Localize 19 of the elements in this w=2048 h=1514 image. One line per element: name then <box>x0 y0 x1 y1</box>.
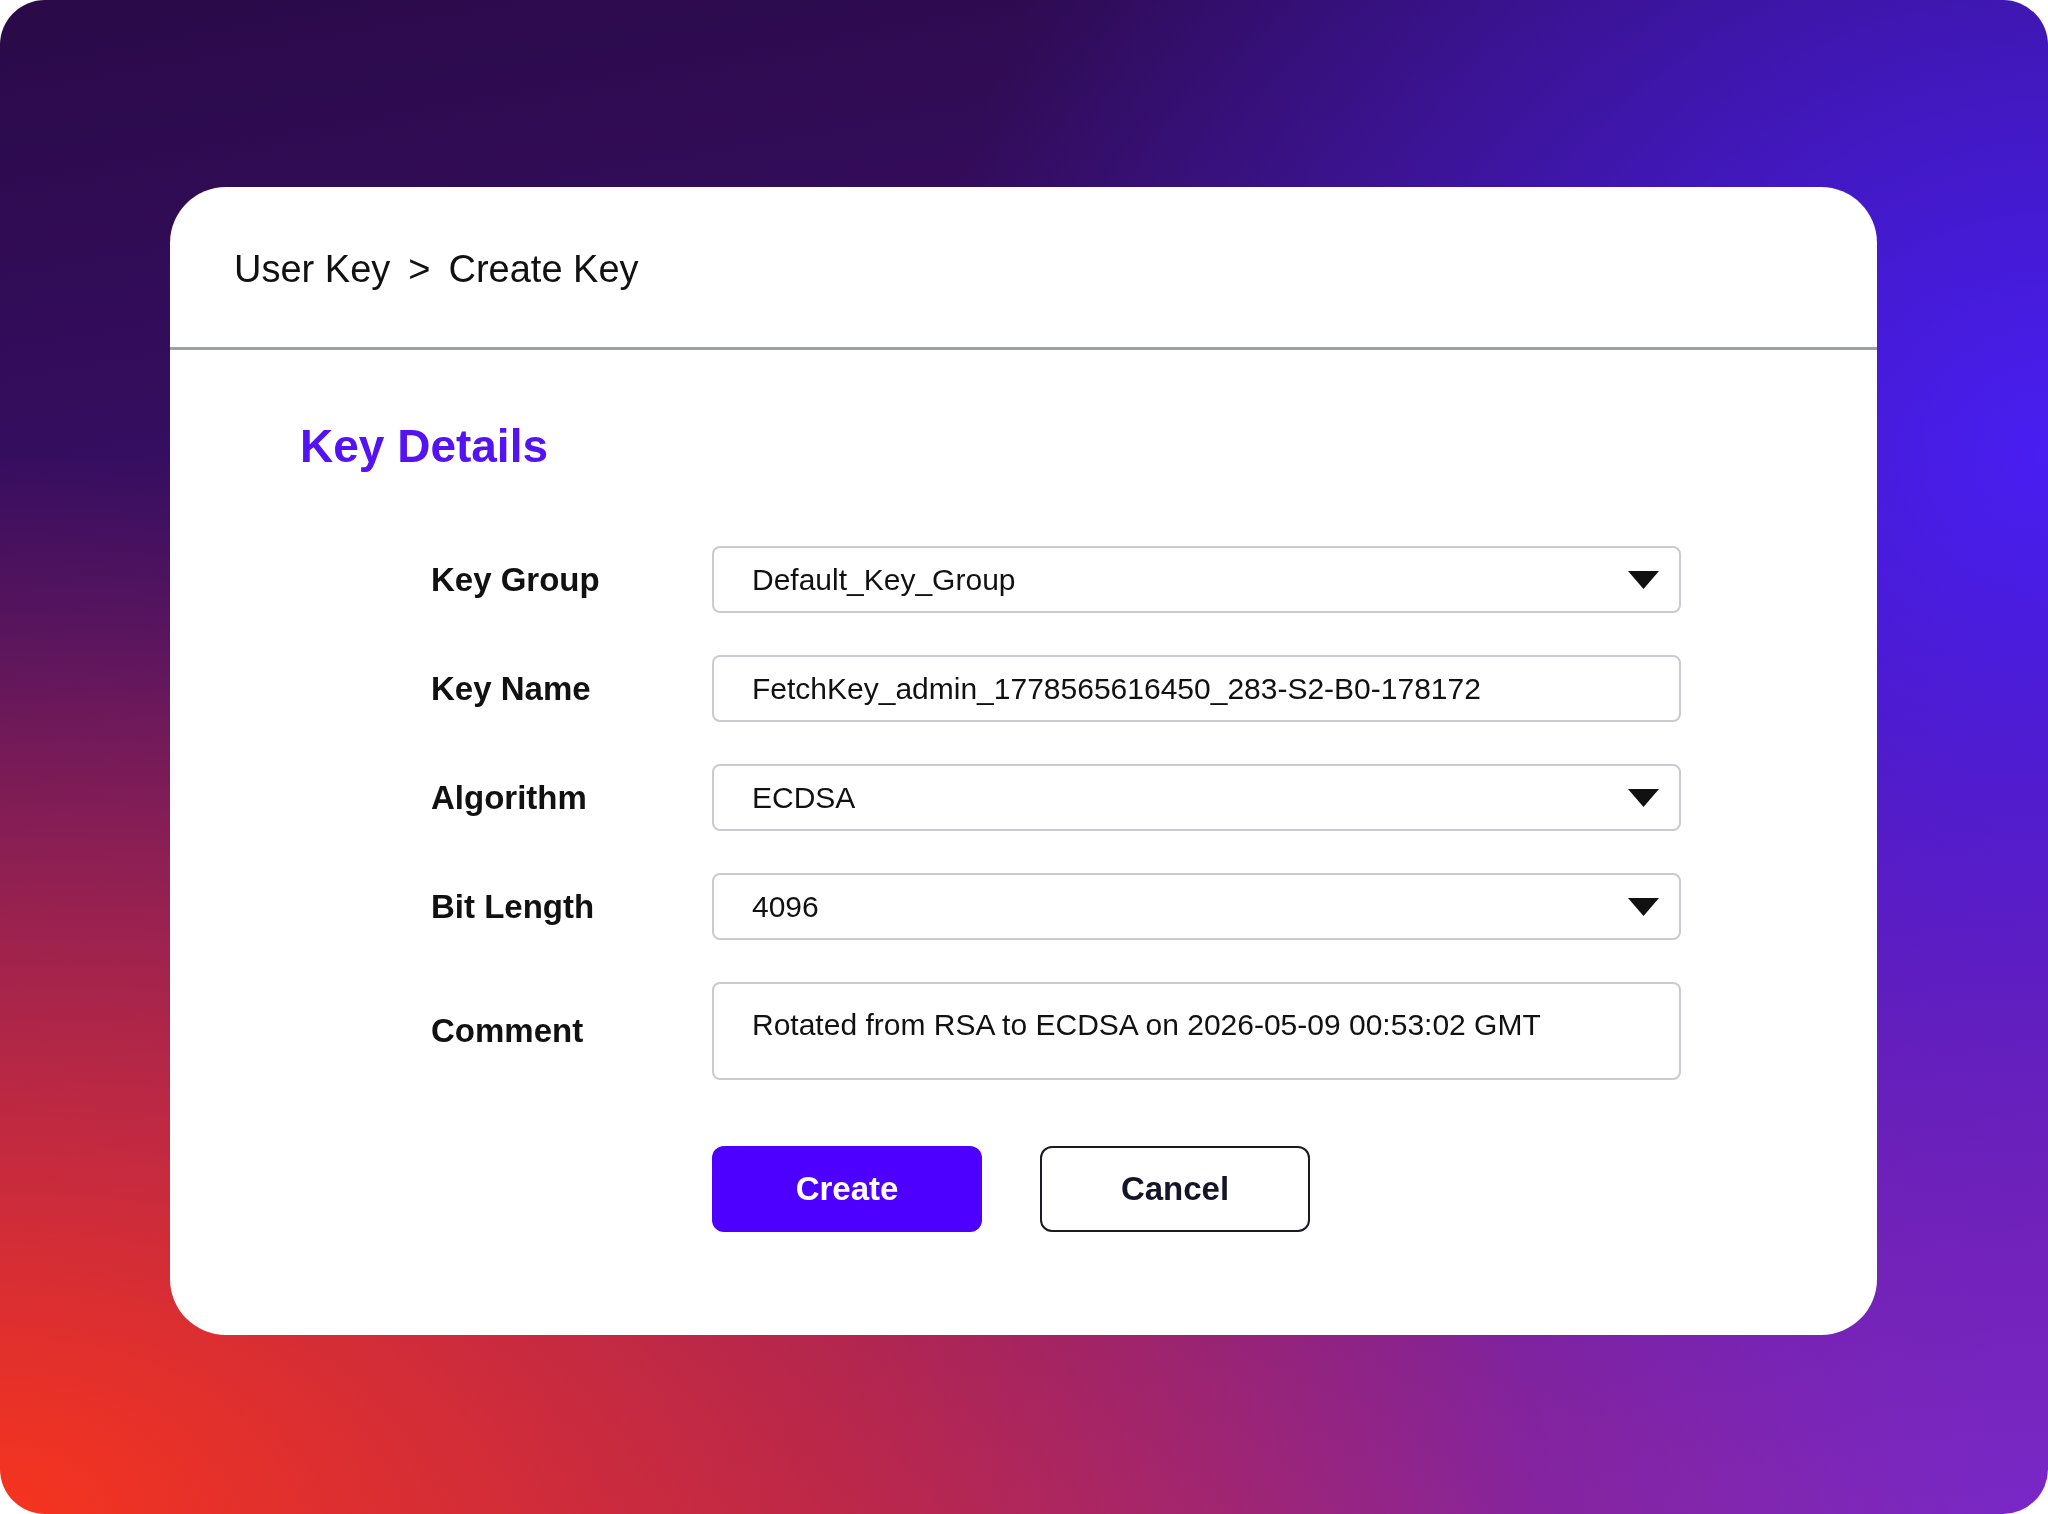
breadcrumb-separator: > <box>408 247 431 291</box>
field-label: Key Group <box>431 560 600 599</box>
caret-icon <box>1628 897 1659 916</box>
dropdown[interactable]: 4096 <box>712 873 1681 940</box>
field-label: Comment <box>431 1012 584 1050</box>
breadcrumb-link[interactable]: User Key <box>234 247 391 291</box>
dropdown[interactable]: ECDSA <box>712 764 1681 831</box>
cancel-button[interactable]: Cancel <box>1040 1146 1310 1232</box>
breadcrumb-current: Create Key <box>448 247 639 291</box>
dropdown[interactable]: Default_Key_Group <box>712 546 1681 613</box>
field-label: Algorithm <box>431 778 587 817</box>
field-label: Bit Length <box>431 887 595 926</box>
section-title: Key Details <box>300 419 548 474</box>
caret-icon <box>1628 788 1659 807</box>
textarea-field[interactable]: Rotated from RSA to ECDSA on 2026-05-09 00:53:02 GMT <box>712 982 1681 1080</box>
input-field[interactable]: FetchKey_admin_1778565616450_283-S2-B0-178172 <box>712 655 1681 722</box>
create-button[interactable]: Create <box>712 1146 982 1232</box>
caret-icon <box>1628 570 1659 589</box>
field-label: Key Name <box>431 669 591 708</box>
